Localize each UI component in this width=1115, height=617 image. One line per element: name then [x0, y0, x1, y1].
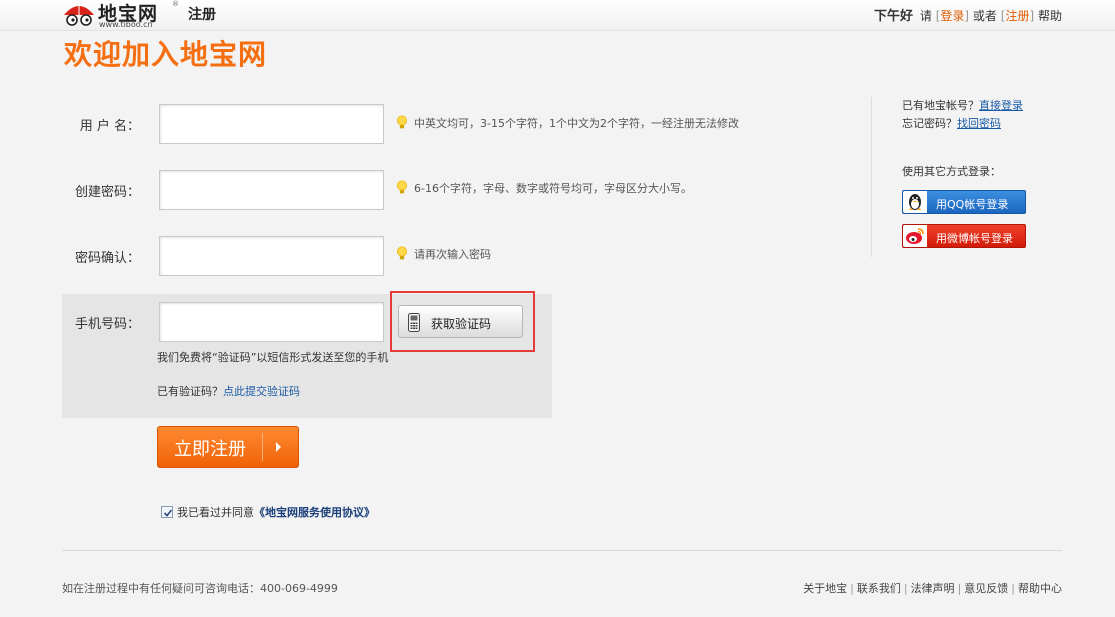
username-hint-text: 中英文均可，3-15个字符，1个中文为2个字符，一经注册无法修改 [414, 117, 739, 130]
contact-phone: 如在注册过程中有任何疑问可咨询电话：400-069-4999 [62, 582, 338, 595]
has-account-text: 已有地宝帐号？ [902, 99, 979, 112]
logo-registered-mark: ® [172, 0, 179, 8]
footer-link-feedback[interactable]: 意见反馈 [964, 582, 1008, 595]
bracket-close: ] [1029, 9, 1035, 23]
qq-penguin-icon [903, 191, 927, 213]
get-verification-code-button[interactable]: 获取验证码 [398, 305, 523, 338]
greeting: 下午好 [874, 9, 914, 24]
login-link[interactable]: 登录 [940, 9, 964, 23]
confirm-password-hint-text: 请再次输入密码 [414, 248, 491, 261]
qq-login-button[interactable]: 用QQ帐号登录 [902, 190, 1026, 214]
user-nav: 下午好 请 [登录] 或者 [注册] 帮助 [874, 5, 1062, 24]
footer-link-legal[interactable]: 法律声明 [911, 582, 955, 595]
forgot-password-text: 忘记密码？ [902, 117, 957, 130]
register-now-label: 立即注册 [174, 439, 246, 460]
weibo-login-label: 用微博帐号登录 [936, 232, 1013, 245]
direct-login-link[interactable]: 直接登录 [979, 99, 1023, 112]
weibo-login-button[interactable]: 用微博帐号登录 [902, 224, 1026, 248]
password-hint-text: 6-16个字符，字母、数字或符号均可，字母区分大小写。 [414, 182, 692, 195]
password-input[interactable] [159, 170, 384, 210]
footer-links: 关于地宝 | 联系我们 | 法律声明 | 意见反馈 | 帮助中心 [803, 580, 1062, 596]
site-logo[interactable]: 地宝网 ® www.tiboo.cn [62, 0, 182, 30]
username-label: 用 户 名： [79, 119, 140, 134]
lightbulb-icon [397, 246, 407, 260]
agreement-row: 我已看过并同意《地宝网服务使用协议》 [161, 504, 375, 520]
checkbox-check-icon [163, 509, 173, 517]
please-text: 请 [919, 9, 932, 23]
weibo-icon [903, 225, 927, 247]
button-divider [262, 433, 263, 461]
footer-separator: | [957, 582, 962, 595]
help-link[interactable]: 帮助 [1038, 9, 1062, 23]
top-bar: 地宝网 ® www.tiboo.cn 注册 下午好 请 [登录] 或者 [注册]… [0, 0, 1115, 31]
register-link[interactable]: 注册 [1005, 9, 1029, 23]
username-hint: 中英文均可，3-15个字符，1个中文为2个字符，一经注册无法修改 [396, 115, 739, 131]
lightbulb-icon [397, 180, 407, 194]
password-label: 创建密码： [74, 185, 140, 200]
footer-link-about[interactable]: 关于地宝 [803, 582, 847, 595]
confirm-password-input[interactable] [159, 236, 384, 276]
agreement-checkbox[interactable] [161, 506, 173, 518]
have-code-text: 已有验证码？点此提交验证码 [157, 383, 300, 399]
have-code-prefix: 已有验证码？ [157, 385, 223, 398]
confirm-password-hint: 请再次输入密码 [396, 246, 491, 262]
qq-login-label: 用QQ帐号登录 [936, 198, 1009, 211]
register-now-button[interactable]: 立即注册 [157, 426, 299, 468]
footer-divider [62, 550, 1062, 551]
phone-label: 手机号码： [74, 317, 140, 332]
get-verification-code-label: 获取验证码 [431, 317, 492, 331]
umbrella-logo-icon [64, 2, 94, 26]
username-input[interactable] [159, 104, 384, 144]
footer-link-contact[interactable]: 联系我们 [857, 582, 901, 595]
submit-code-link[interactable]: 点此提交验证码 [223, 385, 300, 398]
footer-separator: | [903, 582, 908, 595]
or-text: 或者 [972, 9, 997, 23]
bracket-close: ] [964, 9, 970, 23]
agreement-prefix: 我已看过并同意 [177, 506, 254, 519]
service-agreement-link[interactable]: 《地宝网服务使用协议》 [254, 506, 375, 519]
section-title: 注册 [188, 7, 216, 23]
password-hint: 6-16个字符，字母、数字或符号均可，字母区分大小写。 [396, 180, 692, 196]
arrow-right-icon [276, 442, 281, 452]
footer-separator: | [1011, 582, 1015, 595]
forgot-password-row: 忘记密码？找回密码 [902, 115, 1001, 131]
footer-link-help[interactable]: 帮助中心 [1018, 582, 1062, 595]
sms-note: 我们免费将“验证码”以短信形式发送至您的手机 [157, 351, 389, 364]
other-login-label: 使用其它方式登录： [902, 165, 1001, 178]
has-account-row: 已有地宝帐号？直接登录 [902, 97, 1023, 113]
footer-separator: | [850, 582, 854, 595]
retrieve-password-link[interactable]: 找回密码 [957, 117, 1001, 130]
phone-input[interactable] [159, 302, 384, 342]
mobile-phone-icon [408, 313, 420, 332]
sidebar-divider [871, 97, 872, 257]
logo-url: www.tiboo.cn [99, 20, 153, 29]
confirm-password-label: 密码确认： [74, 251, 140, 266]
page-title: 欢迎加入地宝网 [64, 38, 268, 71]
lightbulb-icon [397, 115, 407, 129]
